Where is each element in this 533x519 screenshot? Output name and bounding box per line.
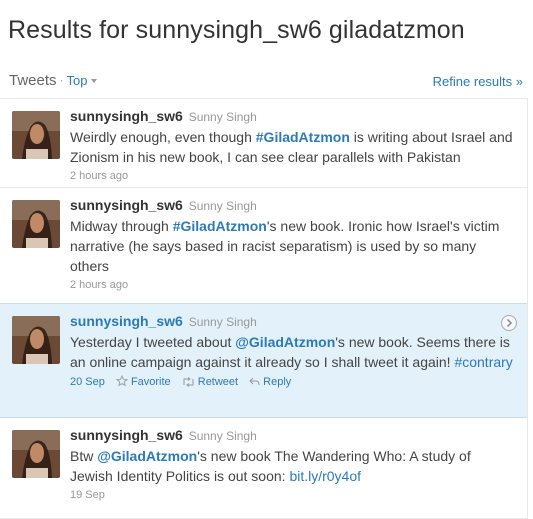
hashtag-link[interactable]: #contrary (454, 354, 512, 370)
tweet-text-part: Btw (70, 448, 98, 464)
chevron-down-icon (90, 79, 97, 83)
tweet-text: Yesterday I tweeted about @GiladAtzmon's… (70, 332, 513, 372)
tweet-timestamp[interactable]: 2 hours ago (70, 170, 128, 182)
tweets-filter-label[interactable]: Tweets (9, 72, 57, 89)
tweet-screen-name[interactable]: sunnysingh_sw6 (70, 427, 183, 443)
retweet-label: Retweet (197, 376, 239, 388)
avatar[interactable] (12, 111, 60, 159)
tweet-item-highlighted[interactable]: sunnysingh_sw6 Sunny Singh Yesterday I t… (0, 303, 527, 418)
tweet-text: Btw @GiladAtzmon's new book The Wanderin… (70, 446, 513, 486)
favorite-button[interactable]: Favorite (115, 374, 171, 388)
retweet-icon (183, 377, 194, 387)
tweet-screen-name[interactable]: sunnysingh_sw6 (70, 197, 183, 213)
top-filter-label: Top (66, 73, 88, 88)
avatar[interactable] (12, 200, 60, 248)
tweet-text-part: Midway through (70, 218, 173, 234)
tweet-content: sunnysingh_sw6 Sunny Singh Yesterday I t… (70, 313, 513, 389)
mention-link[interactable]: @GiladAtzmon (235, 334, 335, 350)
reply-label: Reply (263, 376, 292, 388)
tweet-timestamp[interactable]: 2 hours ago (70, 279, 128, 291)
tweet-item[interactable]: sunnysingh_sw6 Sunny Singh Btw @GiladAtz… (0, 418, 527, 519)
star-icon (115, 374, 129, 387)
favorite-label: Favorite (130, 376, 171, 388)
mention-text: @GiladAtzmon (97, 448, 198, 464)
tweet-content: sunnysingh_sw6 Sunny Singh Weirdly enoug… (70, 108, 513, 183)
mention-text: @GiladAtzmon (235, 334, 336, 350)
reply-button[interactable]: Reply (249, 376, 291, 388)
tweet-content: sunnysingh_sw6 Sunny Singh Btw @GiladAtz… (70, 427, 513, 502)
page-title: Results for sunnysingh_sw6 giladatzmon (8, 16, 465, 44)
avatar[interactable] (12, 430, 60, 478)
tweet-text: Weirdly enough, even though #GiladAtzmon… (70, 127, 513, 167)
tweet-content: sunnysingh_sw6 Sunny Singh Midway throug… (70, 197, 513, 292)
tweet-full-name: Sunny Singh (188, 315, 257, 329)
tweet-full-name: Sunny Singh (188, 429, 257, 443)
search-results-page: Results for sunnysingh_sw6 giladatzmon T… (0, 0, 533, 519)
filter-separator: · (59, 73, 64, 87)
tweet-text: Midway through #GiladAtzmon's new book. … (70, 216, 513, 276)
tweet-stream: sunnysingh_sw6 Sunny Singh Weirdly enoug… (0, 98, 528, 519)
tweet-full-name: Sunny Singh (188, 110, 257, 124)
short-url-link[interactable]: bit.ly/r0y4of (289, 468, 361, 484)
tweet-full-name: Sunny Singh (188, 199, 257, 213)
hashtag-text: #GiladAtzmon (255, 129, 350, 145)
tweet-timestamp[interactable]: 19 Sep (70, 489, 105, 501)
avatar[interactable] (12, 316, 60, 364)
tweet-screen-name[interactable]: sunnysingh_sw6 (70, 313, 183, 329)
mention-link[interactable]: @GiladAtzmon (97, 448, 197, 464)
reply-icon (249, 377, 260, 386)
tweet-actions: 20 Sep Favorite Retweet Reply (70, 374, 513, 389)
tweet-item[interactable]: sunnysingh_sw6 Sunny Singh Weirdly enoug… (0, 99, 527, 188)
tweet-timestamp[interactable]: 20 Sep (70, 376, 105, 388)
tweet-text-part: Yesterday I tweeted about (70, 334, 236, 350)
hashtag-text: #GiladAtzmon (172, 218, 267, 234)
hashtag-link[interactable]: #GiladAtzmon (256, 129, 350, 145)
tweet-text-part: Weirdly enough, even though (70, 129, 256, 145)
top-filter-dropdown[interactable]: Top (67, 73, 97, 88)
hashtag-link[interactable]: #GiladAtzmon (173, 218, 267, 234)
refine-results-link[interactable]: Refine results » (433, 74, 523, 89)
tweet-item[interactable]: sunnysingh_sw6 Sunny Singh Midway throug… (0, 188, 527, 304)
filter-bar: Tweets · Top Refine results » (9, 72, 523, 94)
retweet-button[interactable]: Retweet (182, 376, 238, 388)
tweet-screen-name[interactable]: sunnysingh_sw6 (70, 108, 183, 124)
